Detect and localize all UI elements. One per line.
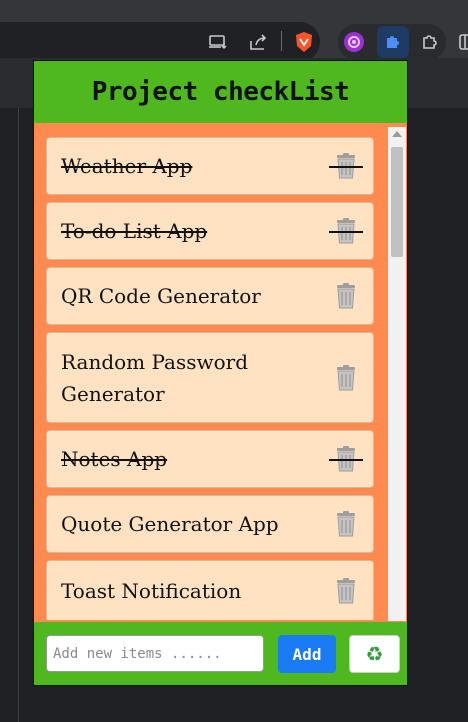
popup-footer: Add ♻ (34, 622, 407, 685)
screen-cast-icon[interactable] (204, 28, 232, 56)
item-text: QR Code Generator (61, 284, 261, 308)
trash-icon[interactable] (329, 446, 363, 472)
brave-shields-icon[interactable] (290, 28, 318, 56)
page-edge-line (18, 108, 19, 722)
popup-title: Project checkList (91, 77, 350, 107)
list-scrollbar[interactable] (388, 127, 406, 621)
extension-purple-icon[interactable] (340, 28, 368, 56)
trash-icon[interactable] (329, 153, 363, 179)
list-item[interactable]: Quote Generator App (46, 495, 374, 553)
popup-header: Project checkList (34, 61, 407, 123)
item-text: Random Password Generator (61, 349, 249, 406)
item-text: Weather App (61, 154, 193, 178)
toolbar-divider (281, 31, 282, 51)
trash-icon[interactable] (335, 578, 357, 604)
trash-icon[interactable] (335, 511, 357, 537)
list-item[interactable]: QR Code Generator (46, 267, 374, 325)
share-icon[interactable] (244, 28, 272, 56)
new-item-input[interactable] (46, 635, 264, 672)
browser-toolbar (0, 0, 468, 62)
item-text: Quote Generator App (61, 512, 279, 536)
checklist-popup: Project checkList Weather App To-do List… (33, 60, 408, 686)
list-item[interactable]: Random Password Generator (46, 332, 374, 423)
item-text: To-do List App (61, 219, 208, 243)
list-item[interactable]: Notes App (46, 430, 374, 488)
address-bar[interactable] (0, 22, 320, 62)
trash-icon[interactable] (335, 283, 357, 309)
trash-icon[interactable] (329, 218, 363, 244)
add-button[interactable]: Add (278, 635, 336, 673)
scroll-up-arrow[interactable] (392, 131, 402, 137)
puzzle-extension-icon[interactable] (377, 26, 409, 58)
item-text: Toast Notification (61, 579, 242, 603)
list-item[interactable]: To-do List App (46, 202, 374, 260)
recycle-icon[interactable]: ♻ (349, 635, 400, 673)
scrollbar-thumb[interactable] (391, 147, 403, 257)
item-text: Notes App (61, 447, 168, 471)
checklist: Weather App To-do List App QR Code Gener… (46, 137, 376, 620)
side-panel-icon[interactable] (452, 28, 468, 56)
list-item[interactable]: Weather App (46, 137, 374, 195)
list-item[interactable]: Toast Notification (46, 560, 374, 620)
extensions-icon[interactable] (416, 28, 444, 56)
trash-icon[interactable] (335, 364, 357, 391)
